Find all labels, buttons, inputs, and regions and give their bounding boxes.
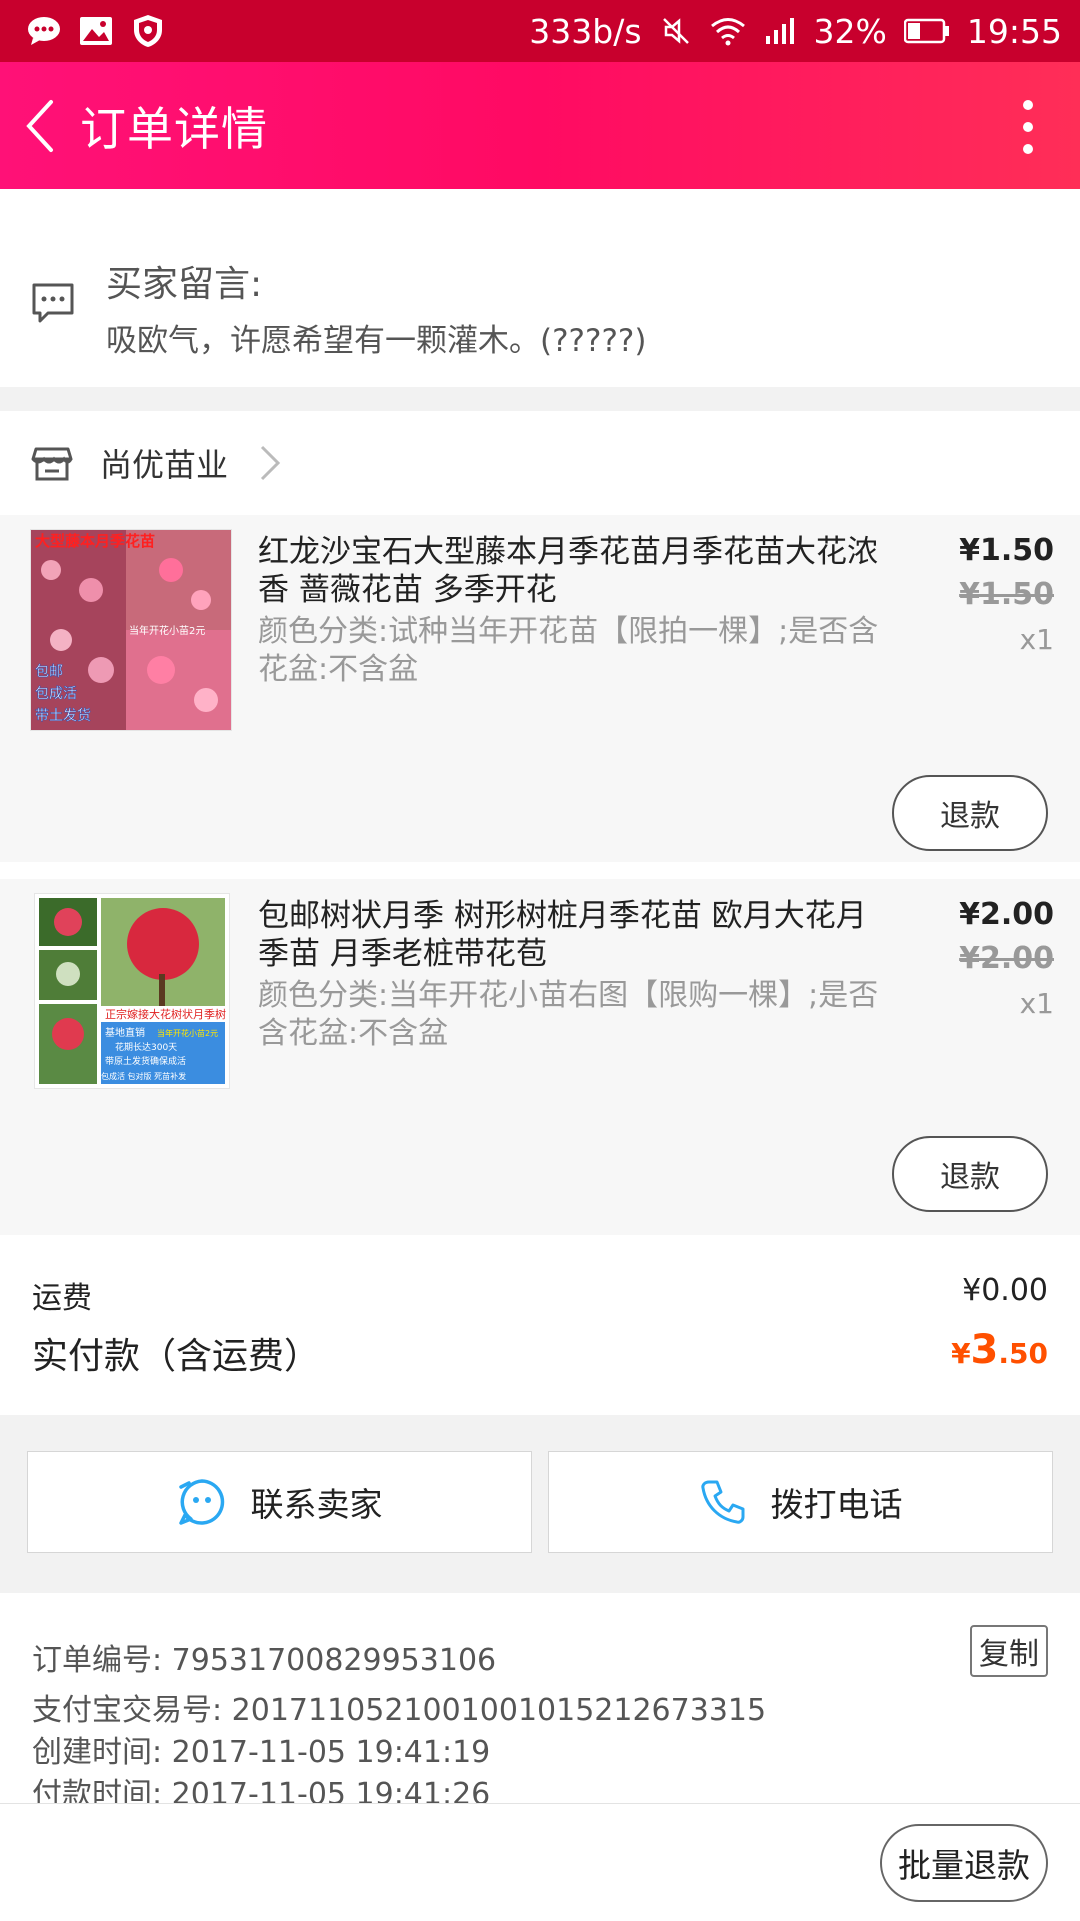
thumb-line: 当年开花小苗2元 — [157, 1028, 218, 1038]
network-speed: 333b/s — [529, 11, 642, 51]
paid-time: 付款时间: 2017-11-05 19:41:26 — [32, 1777, 491, 1803]
shop-link[interactable]: 尚优苗业 — [0, 411, 1080, 515]
thumb-line: 包成活 包对版 死苗补发 — [101, 1071, 186, 1081]
status-bar: 333b/s 32% 19:55 — [0, 0, 1080, 62]
thumb-line: 带土发货 — [35, 707, 91, 724]
chevron-right-icon — [260, 445, 281, 481]
contact-seller-button[interactable]: 联系卖家 — [27, 1451, 532, 1553]
buyer-message-card: 买家留言: 吸欧气，许愿希望有一颗灌木。(?????) — [0, 189, 1080, 387]
dot-icon — [1023, 122, 1033, 132]
wifi-icon — [710, 13, 746, 49]
product-thumbnail[interactable]: 正宗嫁接大花树状月季树 基地直销 当年开花小苗2元 花期长达300天 带原土发货… — [34, 893, 230, 1089]
product-quantity: x1 — [1019, 623, 1054, 656]
paid-decimal: .50 — [998, 1337, 1048, 1370]
refund-button[interactable]: 退款 — [892, 775, 1048, 851]
thumb-line: 带原土发货确保成活 — [105, 1055, 186, 1067]
dot-icon — [1023, 144, 1033, 154]
order-info: 订单编号: 79531700829953106 复制 支付宝交易号: 20171… — [0, 1593, 1080, 1803]
contact-actions: 联系卖家 拨打电话 — [0, 1415, 1080, 1569]
buyer-message-label: 买家留言: — [106, 264, 263, 305]
shipping-label: 运费 — [32, 1281, 92, 1316]
fee-summary: 运费 ¥0.00 实付款（含运费） ¥3.50 — [0, 1235, 1080, 1415]
page-title: 订单详情 — [80, 101, 268, 156]
shield-icon — [130, 13, 166, 49]
mute-icon — [658, 13, 694, 49]
batch-refund-button[interactable]: 批量退款 — [880, 1824, 1048, 1902]
product-image: 大型藤本月季花苗 当年开花小苗2元 包邮 包成活 带土发货 — [31, 530, 231, 730]
created-time: 创建时间: 2017-11-05 19:41:19 — [32, 1735, 491, 1770]
product-spec: 颜色分类:试种当年开花苗【限拍一棵】;是否含花盆:不含盆 — [258, 614, 879, 687]
store-icon — [31, 447, 73, 481]
order-item[interactable]: 正宗嫁接大花树状月季树 基地直销 当年开花小苗2元 花期长达300天 带原土发货… — [0, 879, 1080, 1235]
image-icon — [78, 13, 114, 49]
product-spec: 颜色分类:当年开花小苗右图【限购一棵】;是否含花盆:不含盆 — [258, 978, 879, 1051]
signal-icon — [762, 13, 798, 49]
alipay-number: 支付宝交易号: 2017110521001001015212673315 — [32, 1693, 767, 1728]
chat-face-icon — [178, 1479, 224, 1525]
product-image: 正宗嫁接大花树状月季树 基地直销 当年开花小苗2元 花期长达300天 带原土发货… — [35, 894, 229, 1088]
thumb-banner: 正宗嫁接大花树状月季树 — [105, 1007, 226, 1021]
copy-button[interactable]: 复制 — [970, 1625, 1048, 1677]
thumb-tag: 当年开花小苗2元 — [129, 624, 205, 637]
back-button[interactable] — [14, 86, 66, 166]
shop-card: 尚优苗业 大型藤本月季花苗 当年开花小苗2元 包邮 包成活 带土发货 红龙沙宝石… — [0, 411, 1080, 1235]
order-item[interactable]: 大型藤本月季花苗 当年开花小苗2元 包邮 包成活 带土发货 红龙沙宝石大型藤本月… — [0, 515, 1080, 862]
thumb-line: 包邮 — [35, 664, 63, 680]
refund-button[interactable]: 退款 — [892, 1136, 1048, 1212]
thumb-line: 基地直销 — [105, 1026, 145, 1039]
shipping-value: ¥0.00 — [962, 1273, 1048, 1308]
message-icon — [32, 283, 74, 323]
more-menu-button[interactable] — [998, 82, 1058, 172]
product-price: ¥2.00 — [959, 897, 1054, 932]
paid-integer: 3 — [970, 1327, 999, 1373]
order-number: 订单编号: 79531700829953106 — [32, 1643, 497, 1678]
battery-percent: 32% — [813, 11, 887, 51]
product-title: 红龙沙宝石大型藤本月季花苗月季花苗大花浓香 蔷薇花苗 多季开花 — [258, 534, 878, 608]
thumb-line: 花期长达300天 — [115, 1041, 177, 1053]
app-header: 订单详情 — [0, 62, 1080, 189]
product-price: ¥1.50 — [959, 533, 1054, 568]
chat-bubble-icon — [26, 13, 62, 49]
paid-amount: ¥3.50 — [951, 1327, 1048, 1373]
product-original-price: ¥2.00 — [959, 941, 1054, 976]
product-thumbnail[interactable]: 大型藤本月季花苗 当年开花小苗2元 包邮 包成活 带土发货 — [30, 529, 232, 731]
paid-currency: ¥ — [951, 1337, 971, 1370]
chevron-left-icon — [26, 99, 53, 152]
battery-icon — [903, 13, 951, 49]
thumb-banner: 大型藤本月季花苗 — [35, 532, 155, 550]
paid-amount-label: 实付款（含运费） — [32, 1336, 321, 1377]
bottom-bar: 批量退款 — [0, 1803, 1080, 1921]
product-original-price: ¥1.50 — [959, 577, 1054, 612]
shop-name: 尚优苗业 — [100, 446, 229, 484]
call-phone-button[interactable]: 拨打电话 — [548, 1451, 1053, 1553]
call-phone-label: 拨打电话 — [770, 1485, 903, 1524]
product-title: 包邮树状月季 树形树桩月季花苗 欧月大花月季苗 月季老桩带花苞 — [258, 898, 867, 972]
buyer-message-text: 吸欧气，许愿希望有一颗灌木。(?????) — [106, 323, 647, 359]
clock: 19:55 — [966, 11, 1062, 51]
phone-icon — [700, 1480, 744, 1524]
thumb-line: 包成活 — [35, 686, 77, 702]
contact-seller-label: 联系卖家 — [250, 1485, 383, 1524]
dot-icon — [1023, 100, 1033, 110]
product-quantity: x1 — [1019, 987, 1054, 1020]
